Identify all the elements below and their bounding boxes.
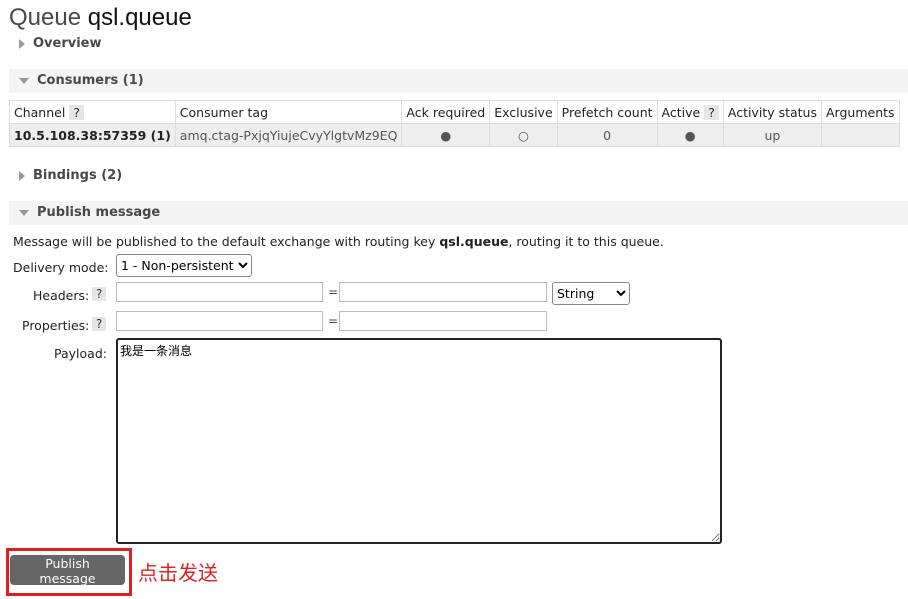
help-icon[interactable]: ?	[92, 317, 107, 331]
header-channel: Channel?	[9, 100, 176, 124]
header-ack: Ack required	[401, 100, 491, 124]
section-overview[interactable]: Overview	[9, 32, 908, 56]
equals: =	[328, 285, 339, 299]
collapse-icon	[19, 77, 29, 84]
delivery-mode-label: Delivery mode:	[13, 260, 109, 275]
publish-info: Message will be published to the default…	[13, 234, 664, 249]
cell: ●	[401, 123, 491, 147]
header-prefetch: Prefetch count	[556, 100, 658, 124]
help-icon[interactable]: ?	[704, 104, 719, 120]
cell: up	[722, 123, 823, 147]
property-value-input[interactable]	[339, 311, 547, 331]
property-key-input[interactable]	[116, 311, 323, 331]
delivery-mode-select[interactable]: 1 - Non-persistent	[116, 254, 252, 277]
section-publish[interactable]: Publish message	[9, 201, 908, 225]
header-active: Active?	[656, 100, 724, 124]
header-arguments: Arguments	[821, 100, 900, 124]
payload-textarea[interactable]: 我是一条消息	[116, 338, 722, 544]
section-consumers[interactable]: Consumers (1)	[9, 69, 908, 93]
payload-label: Payload:	[54, 346, 107, 361]
help-icon[interactable]: ?	[69, 104, 84, 120]
collapse-icon	[19, 209, 29, 216]
channel-link[interactable]: 10.5.108.38:57359 (1)	[9, 123, 176, 147]
table-row: 10.5.108.38:57359 (1) amq.ctag-PxjqYiuje…	[9, 123, 900, 147]
cell: ●	[656, 123, 724, 147]
header-consumer-tag: Consumer tag	[174, 100, 403, 124]
help-icon[interactable]: ?	[92, 287, 107, 301]
header-exclusive: Exclusive	[489, 100, 558, 124]
publish-message-button[interactable]: Publish message	[10, 555, 125, 586]
equals: =	[328, 314, 339, 328]
expand-icon	[19, 38, 25, 49]
cell: amq.ctag-PxjqYiujeCvyYlgtvMz9EQ	[174, 123, 403, 147]
header-type-select[interactable]: String	[552, 282, 630, 305]
headers-label: Headers:	[33, 288, 90, 303]
header-value-input[interactable]	[339, 282, 547, 302]
expand-icon	[19, 170, 25, 181]
annotation-text: 点击发送	[138, 561, 218, 585]
cell: 0	[556, 123, 658, 147]
header-key-input[interactable]	[116, 282, 323, 302]
consumers-table: Channel? Consumer tag Ack required Exclu…	[9, 100, 900, 147]
page-title: Queue qsl.queue	[9, 4, 192, 31]
cell	[821, 123, 900, 147]
header-activity: Activity status	[722, 100, 823, 124]
properties-label: Properties:	[22, 318, 90, 333]
cell: ○	[489, 123, 558, 147]
section-bindings[interactable]: Bindings (2)	[9, 164, 908, 188]
